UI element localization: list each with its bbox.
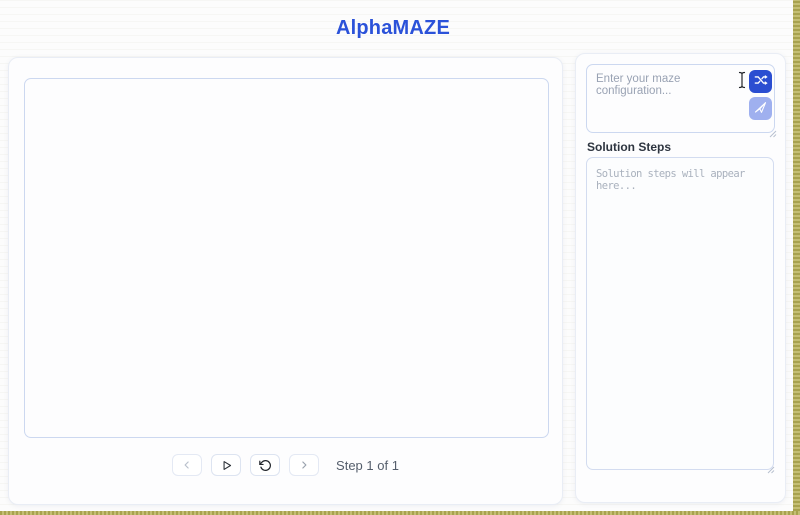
play-button[interactable]: [211, 454, 241, 476]
chevron-right-icon: [298, 459, 310, 471]
app-window: AlphaMAZE: [0, 0, 800, 515]
next-step-button[interactable]: [289, 454, 319, 476]
rotate-ccw-icon: [259, 459, 272, 472]
solution-steps-label: Solution Steps: [587, 140, 671, 154]
paper-plane-icon: [754, 101, 767, 117]
shuffle-maze-button[interactable]: [749, 70, 772, 93]
solution-steps-output[interactable]: [586, 157, 774, 470]
gif-edge-strip-right: [793, 0, 800, 515]
config-solution-panel: Solution Steps: [575, 53, 786, 503]
play-icon: [220, 459, 233, 472]
prev-step-button[interactable]: [172, 454, 202, 476]
shuffle-icon: [754, 73, 768, 90]
chevron-left-icon: [181, 459, 193, 471]
maze-config-input[interactable]: [586, 64, 775, 133]
reset-button[interactable]: [250, 454, 280, 476]
send-config-button[interactable]: [749, 97, 772, 120]
maze-panel: Step 1 of 1: [8, 57, 563, 505]
gif-edge-strip-bottom: [0, 511, 800, 515]
page-title: AlphaMAZE: [0, 17, 786, 40]
maze-display-area: [24, 78, 549, 438]
playback-controls: Step 1 of 1: [9, 454, 562, 476]
step-indicator: Step 1 of 1: [336, 458, 399, 473]
